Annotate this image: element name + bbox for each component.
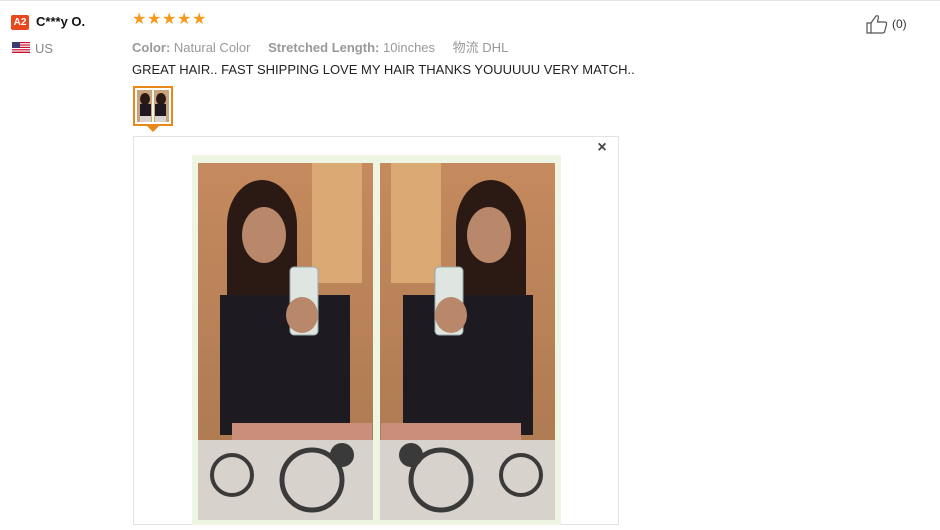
review-photo [192,155,561,525]
review-text: GREAT HAIR.. FAST SHIPPING LOVE MY HAIR … [132,62,635,77]
close-viewer-button[interactable]: × [594,140,610,156]
star-icon: ★ [162,11,177,28]
reviewer-name: C***y O. [36,14,86,29]
reviewer-level-badge: A2 [11,15,29,30]
helpful-count: (0) [892,17,907,31]
us-flag-icon [12,42,30,53]
review-photo-image [192,155,561,525]
shipping-value: DHL [482,40,509,55]
thumbs-up-icon [866,15,888,34]
star-icon: ★ [132,11,147,28]
star-icon: ★ [147,11,162,28]
rating-stars: ★ ★ ★ ★ ★ [132,11,207,28]
color-value: Natural Color [173,40,251,55]
photo-thumbnail-image [137,90,169,122]
thumbnail-pointer [147,126,159,132]
shipping-key: 物流 [452,40,479,55]
order-attributes: Color: Natural Color Stretched Length: 1… [132,37,508,56]
top-divider [0,0,940,1]
color-key: Color: [132,40,171,55]
reviewer-country: US [35,41,54,56]
length-key: Stretched Length: [268,40,380,55]
length-value: 10inches [382,40,436,55]
star-icon: ★ [177,11,192,28]
helpful-button[interactable]: (0) [866,14,907,34]
review-photo-thumbnail[interactable] [133,86,173,126]
star-icon: ★ [192,11,207,28]
